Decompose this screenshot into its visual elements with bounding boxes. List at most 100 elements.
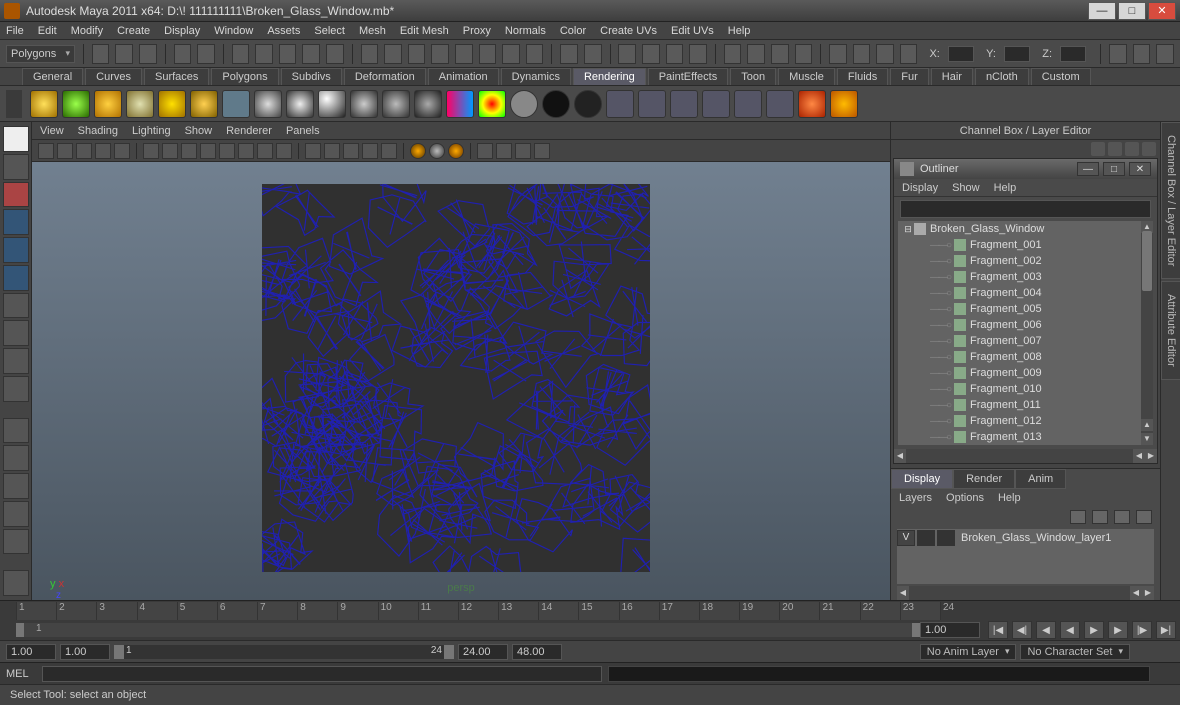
history-button[interactable]	[560, 44, 578, 64]
vp-btn[interactable]	[38, 143, 54, 159]
lhscroll-right-2[interactable]: ◀	[1130, 586, 1142, 600]
current-frame-input[interactable]: 1.00	[920, 622, 980, 638]
vp-btn[interactable]	[477, 143, 493, 159]
ref-button[interactable]	[900, 44, 918, 64]
menu-mesh[interactable]: Mesh	[359, 25, 386, 37]
range-handle-right[interactable]	[912, 623, 920, 637]
vol-light-icon[interactable]	[190, 90, 218, 118]
point-light-icon[interactable]	[62, 90, 90, 118]
layout-three[interactable]	[3, 529, 29, 555]
render-icon-2[interactable]	[638, 90, 666, 118]
maximize-button[interactable]: □	[1118, 2, 1146, 20]
range-slider-handle-r[interactable]	[444, 645, 454, 659]
layout-button-3[interactable]	[771, 44, 789, 64]
viewport[interactable]: y x z persp	[32, 162, 890, 600]
command-input[interactable]	[42, 666, 602, 682]
shelf-tab-fur[interactable]: Fur	[890, 68, 929, 85]
new-scene-button[interactable]	[92, 44, 110, 64]
snap-live-button[interactable]	[455, 44, 473, 64]
black-sphere2-icon[interactable]	[574, 90, 602, 118]
outliner-item-fragment[interactable]: Fragment_006	[898, 317, 1153, 333]
step-back-button[interactable]: ◀	[1036, 621, 1056, 639]
ramp-shader-icon[interactable]	[414, 90, 442, 118]
outliner-item-fragment[interactable]: Fragment_001	[898, 237, 1153, 253]
step-fwd-key-button[interactable]: |▶	[1132, 621, 1152, 639]
vp-btn[interactable]	[238, 143, 254, 159]
script-button[interactable]	[1156, 666, 1174, 682]
outliner-item-fragment[interactable]: Fragment_009	[898, 365, 1153, 381]
outliner-item-fragment[interactable]: Fragment_013	[898, 429, 1153, 445]
menu-assets[interactable]: Assets	[267, 25, 300, 37]
charset-dropdown[interactable]: No Character Set	[1020, 644, 1130, 660]
menu-display[interactable]: Display	[164, 25, 200, 37]
shelf-tab-subdivs[interactable]: Subdivs	[281, 68, 342, 85]
shelf-tab-curves[interactable]: Curves	[85, 68, 142, 85]
lhscroll-left[interactable]: ◀	[897, 586, 909, 600]
shelf-tab-general[interactable]: General	[22, 68, 83, 85]
layout-button-4[interactable]	[795, 44, 813, 64]
paint-select-tool[interactable]	[3, 182, 29, 208]
select-mask-button[interactable]	[232, 44, 250, 64]
outliner-item-fragment[interactable]: Fragment_005	[898, 301, 1153, 317]
layer-menu-options[interactable]: Options	[946, 492, 984, 504]
area-light-icon[interactable]	[126, 90, 154, 118]
layer-tab-render[interactable]: Render	[953, 469, 1015, 489]
move-tool[interactable]	[3, 209, 29, 235]
menu-createuvs[interactable]: Create UVs	[600, 25, 657, 37]
shelf-tab-rendering[interactable]: Rendering	[573, 68, 646, 85]
menu-help[interactable]: Help	[728, 25, 751, 37]
snap-button-8[interactable]	[526, 44, 544, 64]
outliner-item-fragment[interactable]: Fragment_010	[898, 381, 1153, 397]
layer-menu-layers[interactable]: Layers	[899, 492, 932, 504]
shelf-tab-deformation[interactable]: Deformation	[344, 68, 426, 85]
coord-x-input[interactable]	[948, 46, 974, 62]
vtab-channelbox[interactable]: Channel Box / Layer Editor	[1161, 122, 1180, 279]
select-mask-button-2[interactable]	[255, 44, 273, 64]
chan-tool-2[interactable]	[1108, 142, 1122, 156]
show-manip-tool[interactable]	[3, 348, 29, 374]
snap-plane-button[interactable]	[431, 44, 449, 64]
layout-single[interactable]	[3, 418, 29, 444]
outliner-vscrollbar[interactable]: ▲ ▲ ▼	[1141, 221, 1153, 445]
layer-color-toggle[interactable]	[937, 530, 955, 546]
close-button[interactable]: ✕	[1148, 2, 1176, 20]
vp-btn[interactable]	[381, 143, 397, 159]
shelf-tab-surfaces[interactable]: Surfaces	[144, 68, 209, 85]
menu-modify[interactable]: Modify	[71, 25, 103, 37]
playback-end-input[interactable]: 24.00	[458, 644, 508, 660]
outliner-menu-help[interactable]: Help	[994, 182, 1017, 194]
aniso-icon[interactable]	[382, 90, 410, 118]
vp-btn[interactable]	[219, 143, 235, 159]
vp-btn[interactable]	[515, 143, 531, 159]
render-icon-6[interactable]	[766, 90, 794, 118]
layer-menu-help[interactable]: Help	[998, 492, 1021, 504]
time-ruler[interactable]: 123456789101112131415161718192021222324	[16, 602, 940, 620]
paint-icon[interactable]	[798, 90, 826, 118]
shelf-tab-muscle[interactable]: Muscle	[778, 68, 835, 85]
menu-color[interactable]: Color	[560, 25, 586, 37]
redo-button[interactable]	[197, 44, 215, 64]
prefs-button[interactable]	[1156, 644, 1174, 660]
input-button[interactable]	[584, 44, 602, 64]
amb-light-icon[interactable]	[158, 90, 186, 118]
hscroll-right[interactable]: ▶	[1145, 449, 1157, 463]
shelf-overflow-icon[interactable]	[1142, 71, 1158, 85]
paintfx-icon[interactable]	[830, 90, 858, 118]
coord-y-input[interactable]	[1004, 46, 1030, 62]
render-button-4[interactable]	[689, 44, 707, 64]
layout-two-h[interactable]	[3, 473, 29, 499]
scroll-down-arrow-2[interactable]: ▲	[1141, 419, 1153, 431]
graph-button[interactable]	[853, 44, 871, 64]
universal-tool[interactable]	[3, 293, 29, 319]
vtab-attribute[interactable]: Attribute Editor	[1161, 281, 1180, 380]
black-sphere-icon[interactable]	[542, 90, 570, 118]
lasso-tool[interactable]	[3, 154, 29, 180]
select-mask-button-3[interactable]	[279, 44, 297, 64]
range-slider-track[interactable]: 1 24	[114, 645, 454, 659]
scroll-down-arrow[interactable]: ▼	[1141, 433, 1153, 445]
layout-four[interactable]	[3, 445, 29, 471]
outliner-max-button[interactable]: □	[1103, 162, 1125, 176]
step-fwd-button[interactable]: ▶	[1108, 621, 1128, 639]
vpmenu-shading[interactable]: Shading	[78, 125, 118, 137]
menu-edit[interactable]: Edit	[38, 25, 57, 37]
